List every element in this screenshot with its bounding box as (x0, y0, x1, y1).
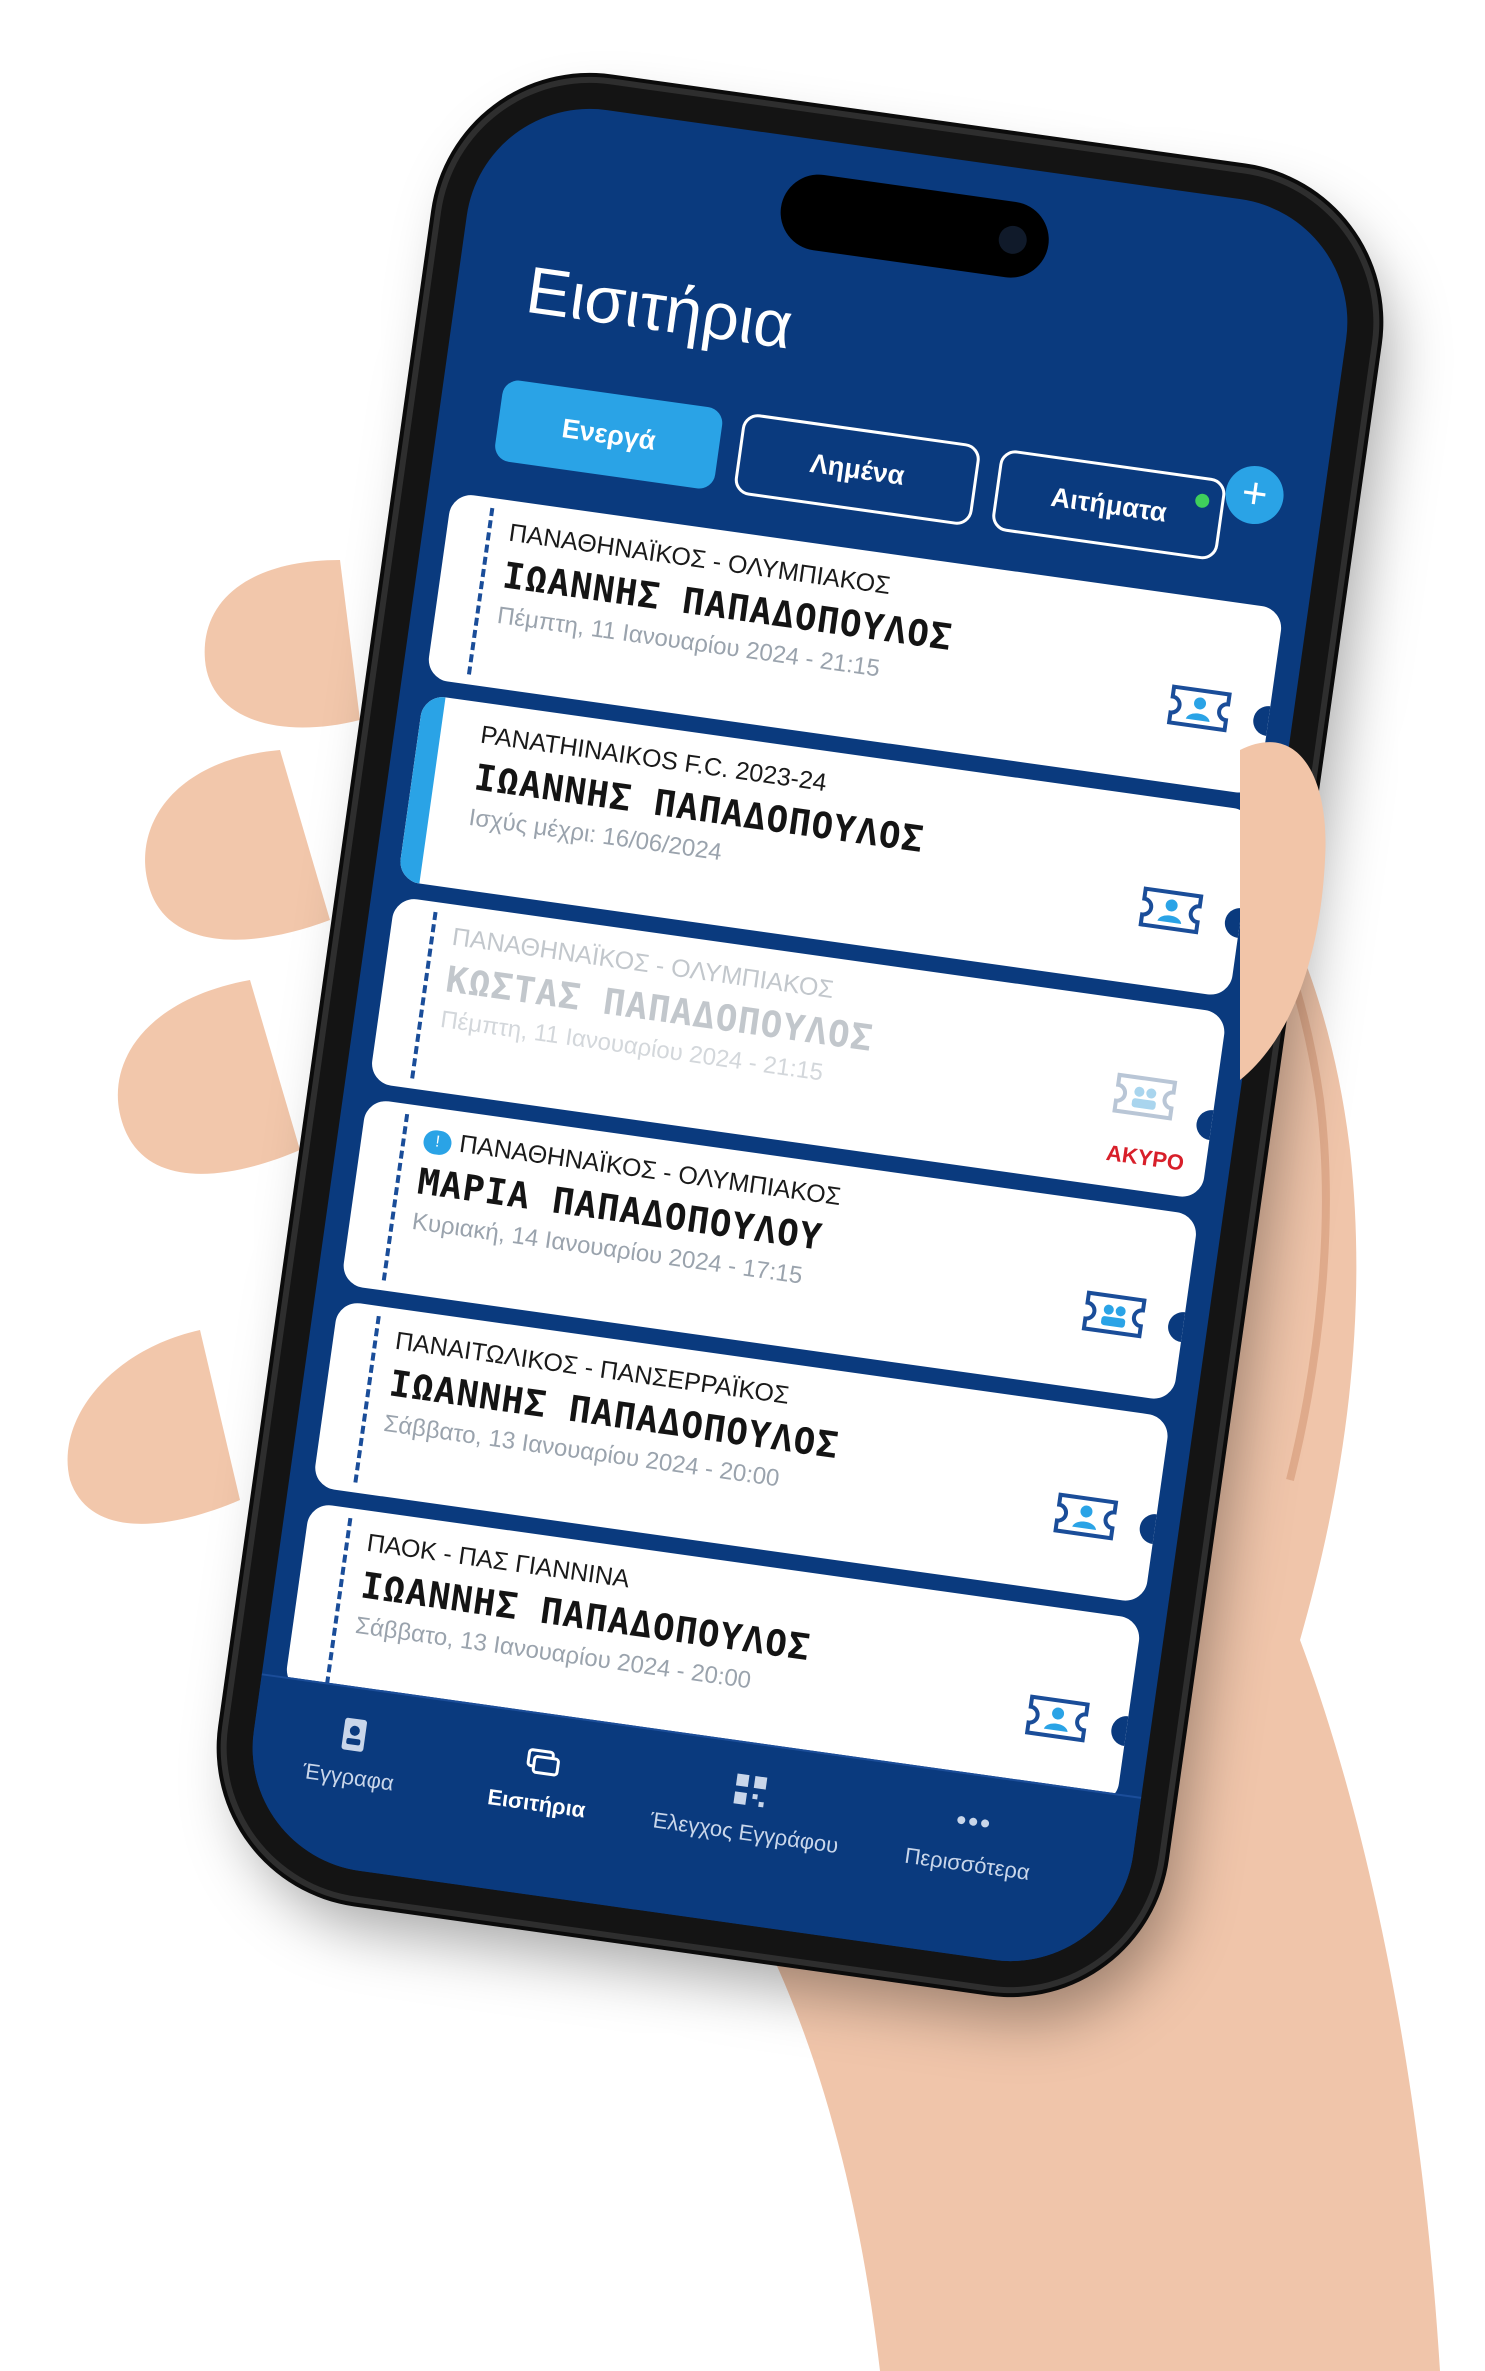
nav-label: Περισσότερα (903, 1842, 1032, 1885)
nav-documents[interactable]: Έγγραφα (247, 1701, 456, 1804)
ticket-notch (1251, 704, 1284, 739)
info-icon[interactable]: ! (421, 1128, 454, 1157)
nav-more[interactable]: Περισσότερα (852, 1786, 1090, 1893)
nav-label: Έγγραφα (301, 1758, 396, 1796)
tickets-icon (526, 1748, 560, 1777)
ticket-person-icon (1138, 886, 1204, 935)
ticket-notch (1109, 1714, 1143, 1749)
ticket-perforation (410, 911, 438, 1079)
ticket-notch (1137, 1512, 1171, 1547)
tab-label: Λημένα (808, 447, 907, 491)
ticket-person-icon (1053, 1492, 1119, 1541)
nav-label: Έλεγχος Εγγράφου (648, 1806, 840, 1859)
ticket-person-icon (1024, 1694, 1090, 1743)
ticket-group-icon (1081, 1290, 1147, 1339)
qr-code-icon (733, 1773, 768, 1808)
ticket-list: ΠΑΝΑΘΗΝΑΪΚΟΣ - ΟΛΥΜΠΙΑΚΟΣ ΙΩΑΝΝΗΣ ΠΑΠΑΔΟ… (282, 492, 1284, 1821)
tab-label: Αιτήματα (1049, 481, 1169, 528)
more-dots-icon (957, 1816, 990, 1828)
ticket-group-icon (1112, 1072, 1178, 1121)
tab-label: Ενεργά (560, 412, 658, 456)
nav-tickets[interactable]: Εισιτήρια (436, 1727, 645, 1830)
ticket-notch (1222, 906, 1256, 941)
dynamic-island (775, 169, 1054, 283)
camera-lens (996, 224, 1029, 256)
tab-requests[interactable]: Αιτήματα (990, 448, 1228, 562)
ticket-person-icon (1166, 684, 1232, 733)
ticket-perforation (381, 1113, 410, 1281)
id-card-icon (341, 1717, 368, 1752)
nav-document-check[interactable]: Έλεγχος Εγγράφου (624, 1754, 872, 1863)
tab-expired[interactable]: Λημένα (732, 412, 982, 527)
status-void-label: ΑΚΥΡΟ (1104, 1139, 1186, 1176)
ticket-perforation (466, 507, 495, 675)
nav-label: Εισιτήρια (486, 1784, 587, 1823)
ticket-perforation (325, 1517, 353, 1685)
ticket-notch (1166, 1310, 1199, 1345)
ticket-notch (1194, 1108, 1228, 1143)
page-title: Εισιτήρια (522, 252, 797, 363)
notification-dot (1194, 492, 1211, 509)
tab-active[interactable]: Ενεργά (493, 378, 725, 491)
ticket-perforation (353, 1315, 381, 1483)
